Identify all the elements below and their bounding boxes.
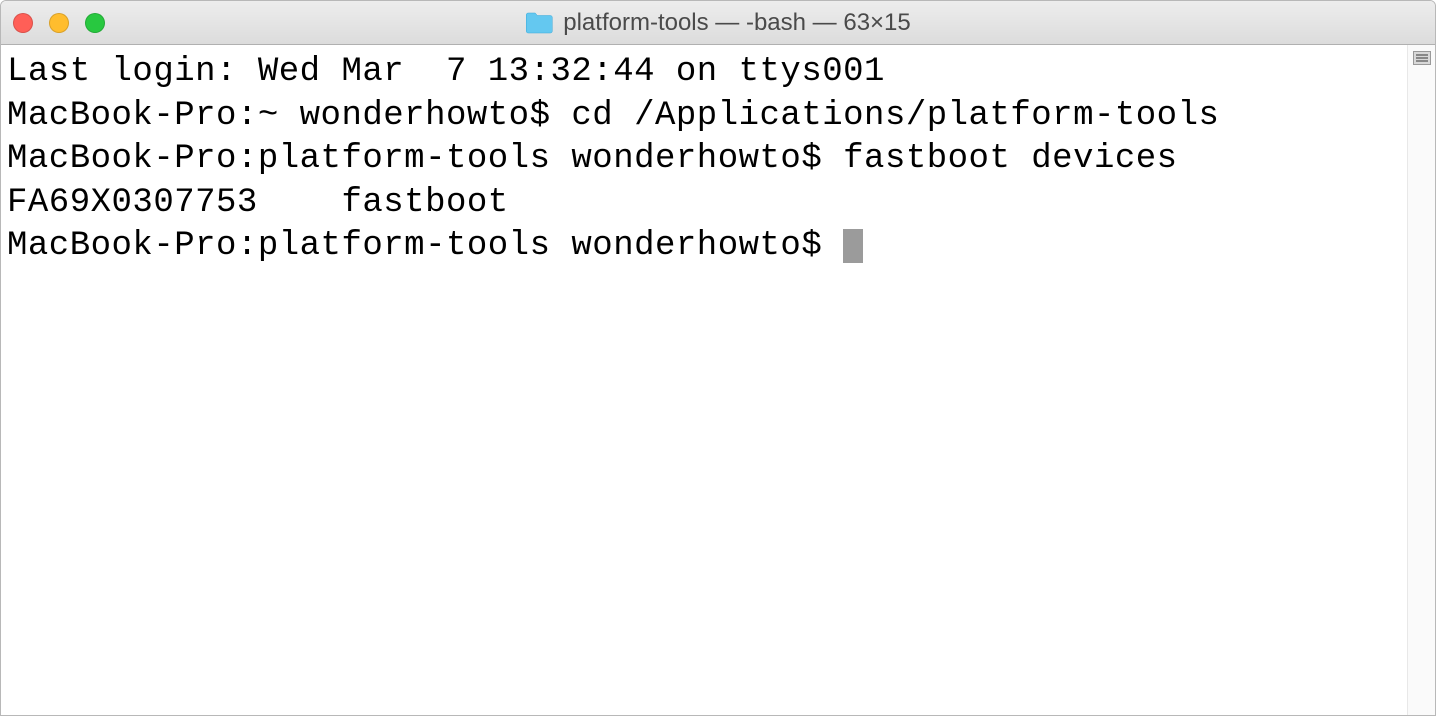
terminal-prompt-line: MacBook-Pro:platform-tools wonderhowto$	[7, 225, 1401, 269]
cursor-icon	[843, 229, 863, 263]
terminal-prompt: MacBook-Pro:platform-tools wonderhowto$	[7, 227, 843, 265]
traffic-lights	[13, 13, 105, 33]
titlebar[interactable]: platform-tools — -bash — 63×15	[1, 1, 1435, 45]
folder-icon	[525, 12, 553, 34]
zoom-button[interactable]	[85, 13, 105, 33]
terminal-line: MacBook-Pro:platform-tools wonderhowto$ …	[7, 138, 1401, 182]
terminal-content[interactable]: Last login: Wed Mar 7 13:32:44 on ttys00…	[1, 45, 1407, 715]
terminal-line: MacBook-Pro:~ wonderhowto$ cd /Applicati…	[7, 95, 1401, 139]
terminal-window: platform-tools — -bash — 63×15 Last logi…	[0, 0, 1436, 716]
minimize-button[interactable]	[49, 13, 69, 33]
terminal-line: FA69X0307753 fastboot	[7, 182, 1401, 226]
terminal-line: Last login: Wed Mar 7 13:32:44 on ttys00…	[7, 51, 1401, 95]
close-button[interactable]	[13, 13, 33, 33]
scrollbar-indicator-icon	[1413, 51, 1431, 65]
terminal-body: Last login: Wed Mar 7 13:32:44 on ttys00…	[1, 45, 1435, 715]
window-title-area: platform-tools — -bash — 63×15	[525, 9, 911, 37]
window-title: platform-tools — -bash — 63×15	[563, 9, 911, 37]
scrollbar[interactable]	[1407, 45, 1435, 715]
